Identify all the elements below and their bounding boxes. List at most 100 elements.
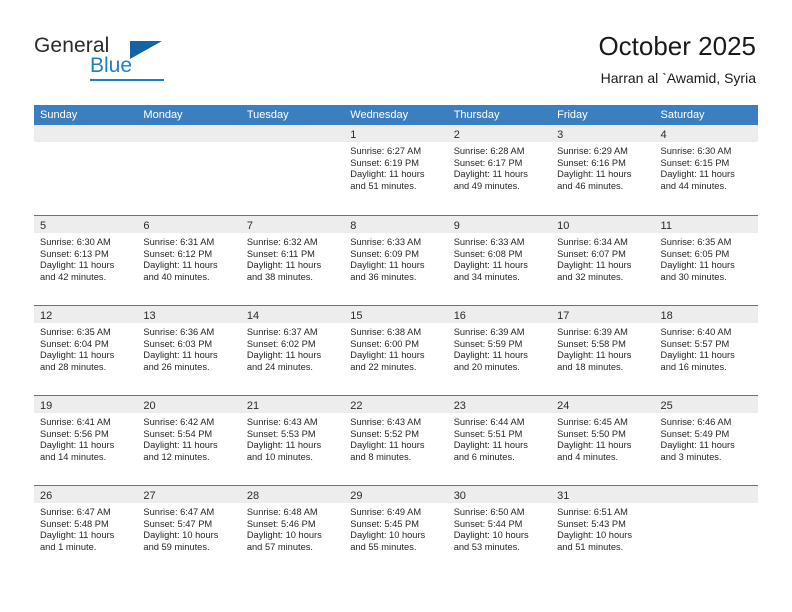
day-number: 23 (453, 400, 466, 412)
day-detail-line: Sunrise: 6:43 AM (350, 417, 422, 427)
day-detail-line: Sunrise: 6:34 AM (557, 237, 628, 247)
day-number-band: 6 (137, 216, 241, 233)
day-cell[interactable]: 18 Sunrise: 6:40 AM Sunset: 5:57 PM Dayligh… (654, 306, 758, 395)
day-cell[interactable]: 17 Sunrise: 6:39 AM Sunset: 5:58 PM Dayligh… (551, 306, 655, 395)
day-detail-line: Daylight: 11 hours (453, 440, 528, 451)
day-cell[interactable]: 3 Sunrise: 6:29 AM Sunset: 6:16 PM Daylight… (551, 125, 655, 215)
day-detail-line: Sunset: 5:51 PM (453, 428, 523, 439)
day-cell-empty (137, 125, 241, 215)
day-detail-line: Daylight: 11 hours (350, 440, 425, 451)
day-number-band: 24 (551, 396, 655, 413)
day-cell[interactable]: 24 Sunrise: 6:45 AM Sunset: 5:50 PM Dayligh… (551, 396, 655, 485)
day-cell[interactable]: 6 Sunrise: 6:31 AM Sunset: 6:12 PM Daylight… (137, 216, 241, 305)
day-detail-line: and 18 minutes. (557, 361, 624, 372)
day-number: 17 (557, 310, 570, 322)
day-cell[interactable]: 31 Sunrise: 6:51 AM Sunset: 5:43 PM Dayligh… (551, 486, 655, 575)
day-number-band: 8 (344, 216, 448, 233)
weekday-header-thursday: Thursday (453, 109, 500, 121)
day-details: Sunrise: 6:37 AM Sunset: 6:02 PM Daylight:… (241, 323, 344, 373)
page-subtitle: Harran al `Awamid, Syria (600, 70, 756, 86)
day-number-band: 10 (551, 216, 655, 233)
day-number-band: 5 (34, 216, 138, 233)
day-cell[interactable]: 15 Sunrise: 6:38 AM Sunset: 6:00 PM Dayligh… (344, 306, 448, 395)
calendar-week-row: 26 Sunrise: 6:47 AM Sunset: 5:48 PM Dayligh… (34, 485, 758, 575)
brand-underline-divider (90, 79, 164, 81)
day-detail-line: and 51 minutes. (557, 541, 624, 552)
day-number: 1 (350, 129, 357, 141)
day-detail-line: Daylight: 11 hours (453, 350, 528, 361)
day-cell[interactable]: 20 Sunrise: 6:42 AM Sunset: 5:54 PM Dayligh… (137, 396, 241, 485)
day-detail-line: and 3 minutes. (660, 451, 722, 462)
day-number: 18 (660, 310, 673, 322)
day-number: 2 (453, 129, 460, 141)
day-number: 24 (557, 400, 570, 412)
day-detail-line: Sunset: 6:05 PM (660, 248, 730, 259)
day-detail-line: and 1 minute. (40, 541, 97, 552)
day-cell[interactable]: 4 Sunrise: 6:30 AM Sunset: 6:15 PM Daylight… (654, 125, 758, 215)
day-cell[interactable]: 25 Sunrise: 6:46 AM Sunset: 5:49 PM Dayligh… (654, 396, 758, 485)
day-detail-line: Daylight: 11 hours (40, 440, 115, 451)
day-number: 12 (40, 310, 53, 322)
day-detail-line: Sunrise: 6:27 AM (350, 146, 422, 156)
day-cell[interactable]: 14 Sunrise: 6:37 AM Sunset: 6:02 PM Dayligh… (240, 306, 345, 395)
day-number-band: 17 (551, 306, 655, 323)
day-cell[interactable]: 16 Sunrise: 6:39 AM Sunset: 5:59 PM Dayligh… (447, 306, 552, 395)
day-details: Sunrise: 6:33 AM Sunset: 6:08 PM Daylight:… (448, 233, 551, 283)
day-number: 8 (350, 220, 357, 232)
day-detail-line: and 24 minutes. (246, 361, 313, 372)
day-cell[interactable]: 30 Sunrise: 6:50 AM Sunset: 5:44 PM Dayligh… (447, 486, 552, 575)
day-details: Sunrise: 6:31 AM Sunset: 6:12 PM Daylight:… (137, 233, 240, 283)
day-cell[interactable]: 9 Sunrise: 6:33 AM Sunset: 6:08 PM Daylight… (447, 216, 552, 305)
day-cell[interactable]: 19 Sunrise: 6:41 AM Sunset: 5:56 PM Dayligh… (34, 396, 138, 485)
day-detail-line: and 12 minutes. (143, 451, 210, 462)
day-number: 11 (660, 220, 672, 232)
brand-flag-icon (130, 41, 162, 59)
day-cell-empty (654, 486, 758, 575)
day-detail-line: Sunset: 5:52 PM (350, 428, 419, 439)
day-cell[interactable]: 11 Sunrise: 6:35 AM Sunset: 6:05 PM Dayligh… (654, 216, 758, 305)
day-cell[interactable]: 22 Sunrise: 6:43 AM Sunset: 5:52 PM Dayligh… (344, 396, 448, 485)
day-cell[interactable]: 5 Sunrise: 6:30 AM Sunset: 6:13 PM Daylight… (34, 216, 138, 305)
day-detail-line: Sunrise: 6:35 AM (40, 327, 111, 337)
day-detail-line: Sunset: 5:57 PM (660, 338, 730, 349)
day-detail-line: Sunset: 6:08 PM (453, 248, 523, 259)
day-detail-line: Sunrise: 6:38 AM (350, 327, 422, 337)
day-detail-line: Sunrise: 6:39 AM (557, 327, 628, 337)
day-number-band (137, 125, 241, 142)
day-detail-line: and 20 minutes. (453, 361, 520, 372)
day-detail-line: Sunset: 6:07 PM (557, 248, 626, 259)
day-cell[interactable]: 13 Sunrise: 6:36 AM Sunset: 6:03 PM Dayligh… (137, 306, 241, 395)
day-detail-line: Daylight: 11 hours (557, 350, 632, 361)
day-detail-line: Sunset: 5:54 PM (143, 428, 213, 439)
day-details: Sunrise: 6:42 AM Sunset: 5:54 PM Daylight:… (137, 413, 240, 463)
day-details: Sunrise: 6:49 AM Sunset: 5:45 PM Daylight:… (344, 503, 447, 553)
day-cell[interactable]: 27 Sunrise: 6:47 AM Sunset: 5:47 PM Dayligh… (137, 486, 241, 575)
day-cell[interactable]: 21 Sunrise: 6:43 AM Sunset: 5:53 PM Dayligh… (240, 396, 345, 485)
day-detail-line: and 4 minutes. (557, 451, 619, 462)
day-cell[interactable]: 10 Sunrise: 6:34 AM Sunset: 6:07 PM Dayligh… (551, 216, 655, 305)
day-detail-line: Sunrise: 6:40 AM (660, 327, 732, 337)
day-number-band: 23 (447, 396, 552, 413)
day-number-band (34, 125, 138, 142)
day-cell[interactable]: 23 Sunrise: 6:44 AM Sunset: 5:51 PM Dayligh… (447, 396, 552, 485)
day-number-band: 21 (240, 396, 345, 413)
day-cell[interactable]: 26 Sunrise: 6:47 AM Sunset: 5:48 PM Dayligh… (34, 486, 138, 575)
day-detail-line: Daylight: 11 hours (453, 260, 528, 271)
day-cell[interactable]: 28 Sunrise: 6:48 AM Sunset: 5:46 PM Dayligh… (240, 486, 345, 575)
day-details: Sunrise: 6:44 AM Sunset: 5:51 PM Daylight:… (448, 413, 551, 463)
day-details (137, 142, 240, 146)
day-detail-line: and 28 minutes. (40, 361, 107, 372)
day-detail-line: Daylight: 11 hours (660, 440, 735, 451)
day-details: Sunrise: 6:39 AM Sunset: 5:59 PM Daylight:… (448, 323, 551, 373)
day-detail-line: Sunset: 6:17 PM (453, 157, 523, 168)
day-detail-line: Sunset: 5:44 PM (453, 518, 523, 529)
day-cell[interactable]: 2 Sunrise: 6:28 AM Sunset: 6:17 PM Daylight… (447, 125, 552, 215)
day-cell[interactable]: 7 Sunrise: 6:32 AM Sunset: 6:11 PM Daylight… (240, 216, 345, 305)
day-detail-line: Sunrise: 6:33 AM (453, 237, 525, 247)
day-cell[interactable]: 1 Sunrise: 6:27 AM Sunset: 6:19 PM Daylight… (344, 125, 448, 215)
day-detail-line: Sunset: 6:00 PM (350, 338, 419, 349)
day-cell[interactable]: 8 Sunrise: 6:33 AM Sunset: 6:09 PM Daylight… (344, 216, 448, 305)
day-cell[interactable]: 29 Sunrise: 6:49 AM Sunset: 5:45 PM Dayligh… (344, 486, 448, 575)
brand-logo[interactable]: General Blue (34, 34, 254, 84)
day-cell[interactable]: 12 Sunrise: 6:35 AM Sunset: 6:04 PM Dayligh… (34, 306, 138, 395)
